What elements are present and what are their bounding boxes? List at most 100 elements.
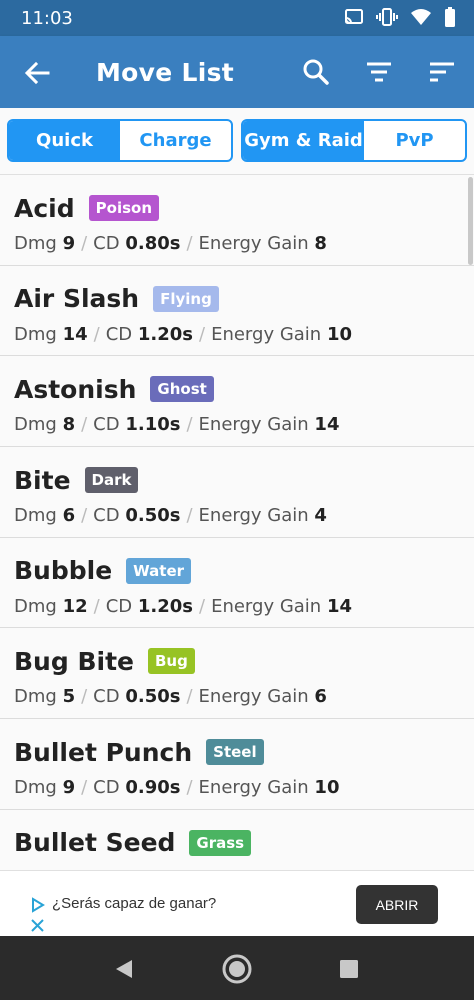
dmg-label: Dmg bbox=[14, 505, 57, 527]
battery-icon bbox=[445, 7, 455, 27]
separator: / bbox=[186, 414, 193, 436]
separator: / bbox=[186, 777, 193, 799]
move-header: Bullet Seed Grass bbox=[14, 826, 474, 860]
nav-recents-icon[interactable] bbox=[340, 960, 358, 978]
nav-home-icon[interactable] bbox=[221, 953, 253, 985]
move-name: Acid bbox=[14, 193, 75, 223]
move-stats: Dmg 9/CD 0.90s / Energy Gain 10 bbox=[14, 777, 474, 798]
dmg-label: Dmg bbox=[14, 686, 57, 708]
sort-icon[interactable] bbox=[428, 58, 456, 86]
type-badge: Poison bbox=[88, 195, 159, 221]
move-name: Astonish bbox=[14, 374, 137, 404]
type-badge: Bug bbox=[147, 648, 195, 675]
tab-pvp[interactable]: PvP bbox=[364, 121, 465, 160]
separator: / bbox=[93, 323, 100, 345]
search-icon[interactable] bbox=[302, 58, 330, 86]
separator: / bbox=[93, 595, 100, 617]
mode-toggle: Gym & Raid PvP bbox=[241, 119, 467, 162]
energy-label: Energy Gain bbox=[198, 414, 309, 436]
dmg-value: 9 bbox=[62, 777, 76, 799]
dmg-value: 5 bbox=[62, 686, 76, 708]
separator: / bbox=[186, 686, 193, 708]
tab-gym-raid[interactable]: Gym & Raid bbox=[243, 121, 365, 160]
ad-open-button[interactable]: ABRIR bbox=[356, 885, 438, 924]
move-row[interactable]: Bullet Punch Steel Dmg 9/CD 0.90s / Energy… bbox=[0, 719, 474, 810]
energy-value: 10 bbox=[326, 323, 353, 345]
tabs-row: Quick Charge Gym & Raid PvP bbox=[0, 108, 474, 174]
status-icons bbox=[344, 7, 456, 27]
energy-value: 10 bbox=[314, 777, 340, 799]
dmg-value: 12 bbox=[62, 595, 88, 617]
scrollbar-thumb[interactable] bbox=[468, 177, 473, 265]
type-badge: Dark bbox=[84, 467, 139, 494]
ad-choices-icon[interactable] bbox=[30, 897, 46, 913]
cd-value: 0.90s bbox=[125, 777, 181, 799]
cd-label: CD bbox=[93, 414, 120, 436]
ad-text: ¿Serás capaz de ganar? bbox=[52, 895, 217, 912]
move-stats: Dmg 12/CD 1.20s / Energy Gain 14 bbox=[14, 596, 474, 617]
move-header: Air Slash Flying bbox=[14, 282, 474, 316]
status-bar: 11:03 bbox=[0, 0, 474, 36]
move-type-toggle: Quick Charge bbox=[7, 119, 233, 162]
energy-label: Energy Gain bbox=[198, 505, 309, 527]
move-stats: Dmg 5/CD 0.50s / Energy Gain 6 bbox=[14, 686, 474, 707]
separator: / bbox=[81, 777, 88, 799]
move-header: Bullet Punch Steel bbox=[14, 735, 474, 769]
move-header: Bubble Water bbox=[14, 554, 474, 588]
dmg-value: 9 bbox=[62, 233, 76, 254]
energy-label: Energy Gain bbox=[198, 777, 309, 799]
cd-label: CD bbox=[93, 233, 120, 254]
separator: / bbox=[81, 505, 88, 527]
move-row[interactable]: Bite Dark Dmg 6/CD 0.50s / Energy Gain 4 bbox=[0, 447, 474, 538]
move-row[interactable]: Bubble Water Dmg 12/CD 1.20s / Energy Gain… bbox=[0, 538, 474, 629]
wifi-icon bbox=[411, 9, 431, 25]
move-row[interactable]: Bullet Seed Grass Dmg /CD /Energy Gain bbox=[0, 810, 474, 870]
move-row[interactable]: Bug Bite Bug Dmg 5/CD 0.50s / Energy Gain … bbox=[0, 628, 474, 720]
move-row[interactable]: Acid Poison Dmg 9/CD 0.80s / Energy Gain 8 bbox=[0, 175, 474, 266]
move-name: Bug Bite bbox=[14, 646, 134, 676]
dmg-label: Dmg bbox=[14, 777, 57, 799]
cd-value: 1.10s bbox=[125, 414, 181, 436]
cd-value: 0.50s bbox=[125, 505, 181, 527]
move-stats: Dmg 6/CD 0.50s / Energy Gain 4 bbox=[14, 505, 474, 526]
move-name: Bite bbox=[14, 465, 71, 495]
move-stats: Dmg 14/CD 1.20s / Energy Gain 10 bbox=[14, 324, 474, 345]
filter-icon[interactable] bbox=[365, 58, 393, 86]
move-header: Bite Dark bbox=[14, 463, 474, 497]
cd-label: CD bbox=[93, 686, 120, 708]
separator: / bbox=[81, 233, 88, 254]
separator: / bbox=[186, 233, 193, 254]
move-row[interactable]: Astonish Ghost Dmg 8/CD 1.10s / Energy Gai… bbox=[0, 356, 474, 448]
ad-close-icon[interactable] bbox=[31, 919, 44, 932]
tab-quick[interactable]: Quick bbox=[9, 121, 120, 160]
move-header: Acid Poison bbox=[14, 191, 474, 225]
type-badge: Water bbox=[126, 557, 192, 584]
move-list[interactable]: Acid Poison Dmg 9/CD 0.80s / Energy Gain 8… bbox=[0, 174, 474, 870]
cd-value: 1.20s bbox=[137, 323, 193, 345]
energy-value: 14 bbox=[314, 414, 340, 436]
separator: / bbox=[81, 414, 88, 436]
app-bar: Move List bbox=[0, 36, 474, 108]
energy-value: 14 bbox=[326, 595, 353, 617]
type-badge: Steel bbox=[206, 739, 264, 766]
tab-charge[interactable]: Charge bbox=[120, 121, 231, 160]
dmg-value: 8 bbox=[62, 414, 76, 436]
vibrate-icon bbox=[376, 8, 398, 26]
page-title: Move List bbox=[96, 58, 235, 87]
move-row[interactable]: Air Slash Flying Dmg 14/CD 1.20s / Energy … bbox=[0, 266, 474, 357]
dmg-value: 6 bbox=[62, 505, 76, 527]
energy-value: 4 bbox=[314, 505, 327, 527]
energy-value: 8 bbox=[314, 233, 327, 254]
dmg-label: Dmg bbox=[14, 233, 57, 254]
move-stats: Dmg 8/CD 1.10s / Energy Gain 14 bbox=[14, 414, 474, 435]
energy-value: 6 bbox=[314, 686, 327, 708]
cd-label: CD bbox=[105, 323, 133, 345]
cd-value: 0.80s bbox=[125, 233, 181, 254]
dmg-label: Dmg bbox=[14, 595, 57, 617]
status-time: 11:03 bbox=[21, 8, 73, 29]
back-arrow-icon[interactable] bbox=[22, 58, 52, 88]
ad-banner[interactable]: ¿Serás capaz de ganar? ABRIR bbox=[0, 870, 474, 936]
cd-value: 0.50s bbox=[125, 686, 181, 708]
dmg-label: Dmg bbox=[14, 323, 57, 345]
nav-back-icon[interactable] bbox=[114, 958, 134, 980]
